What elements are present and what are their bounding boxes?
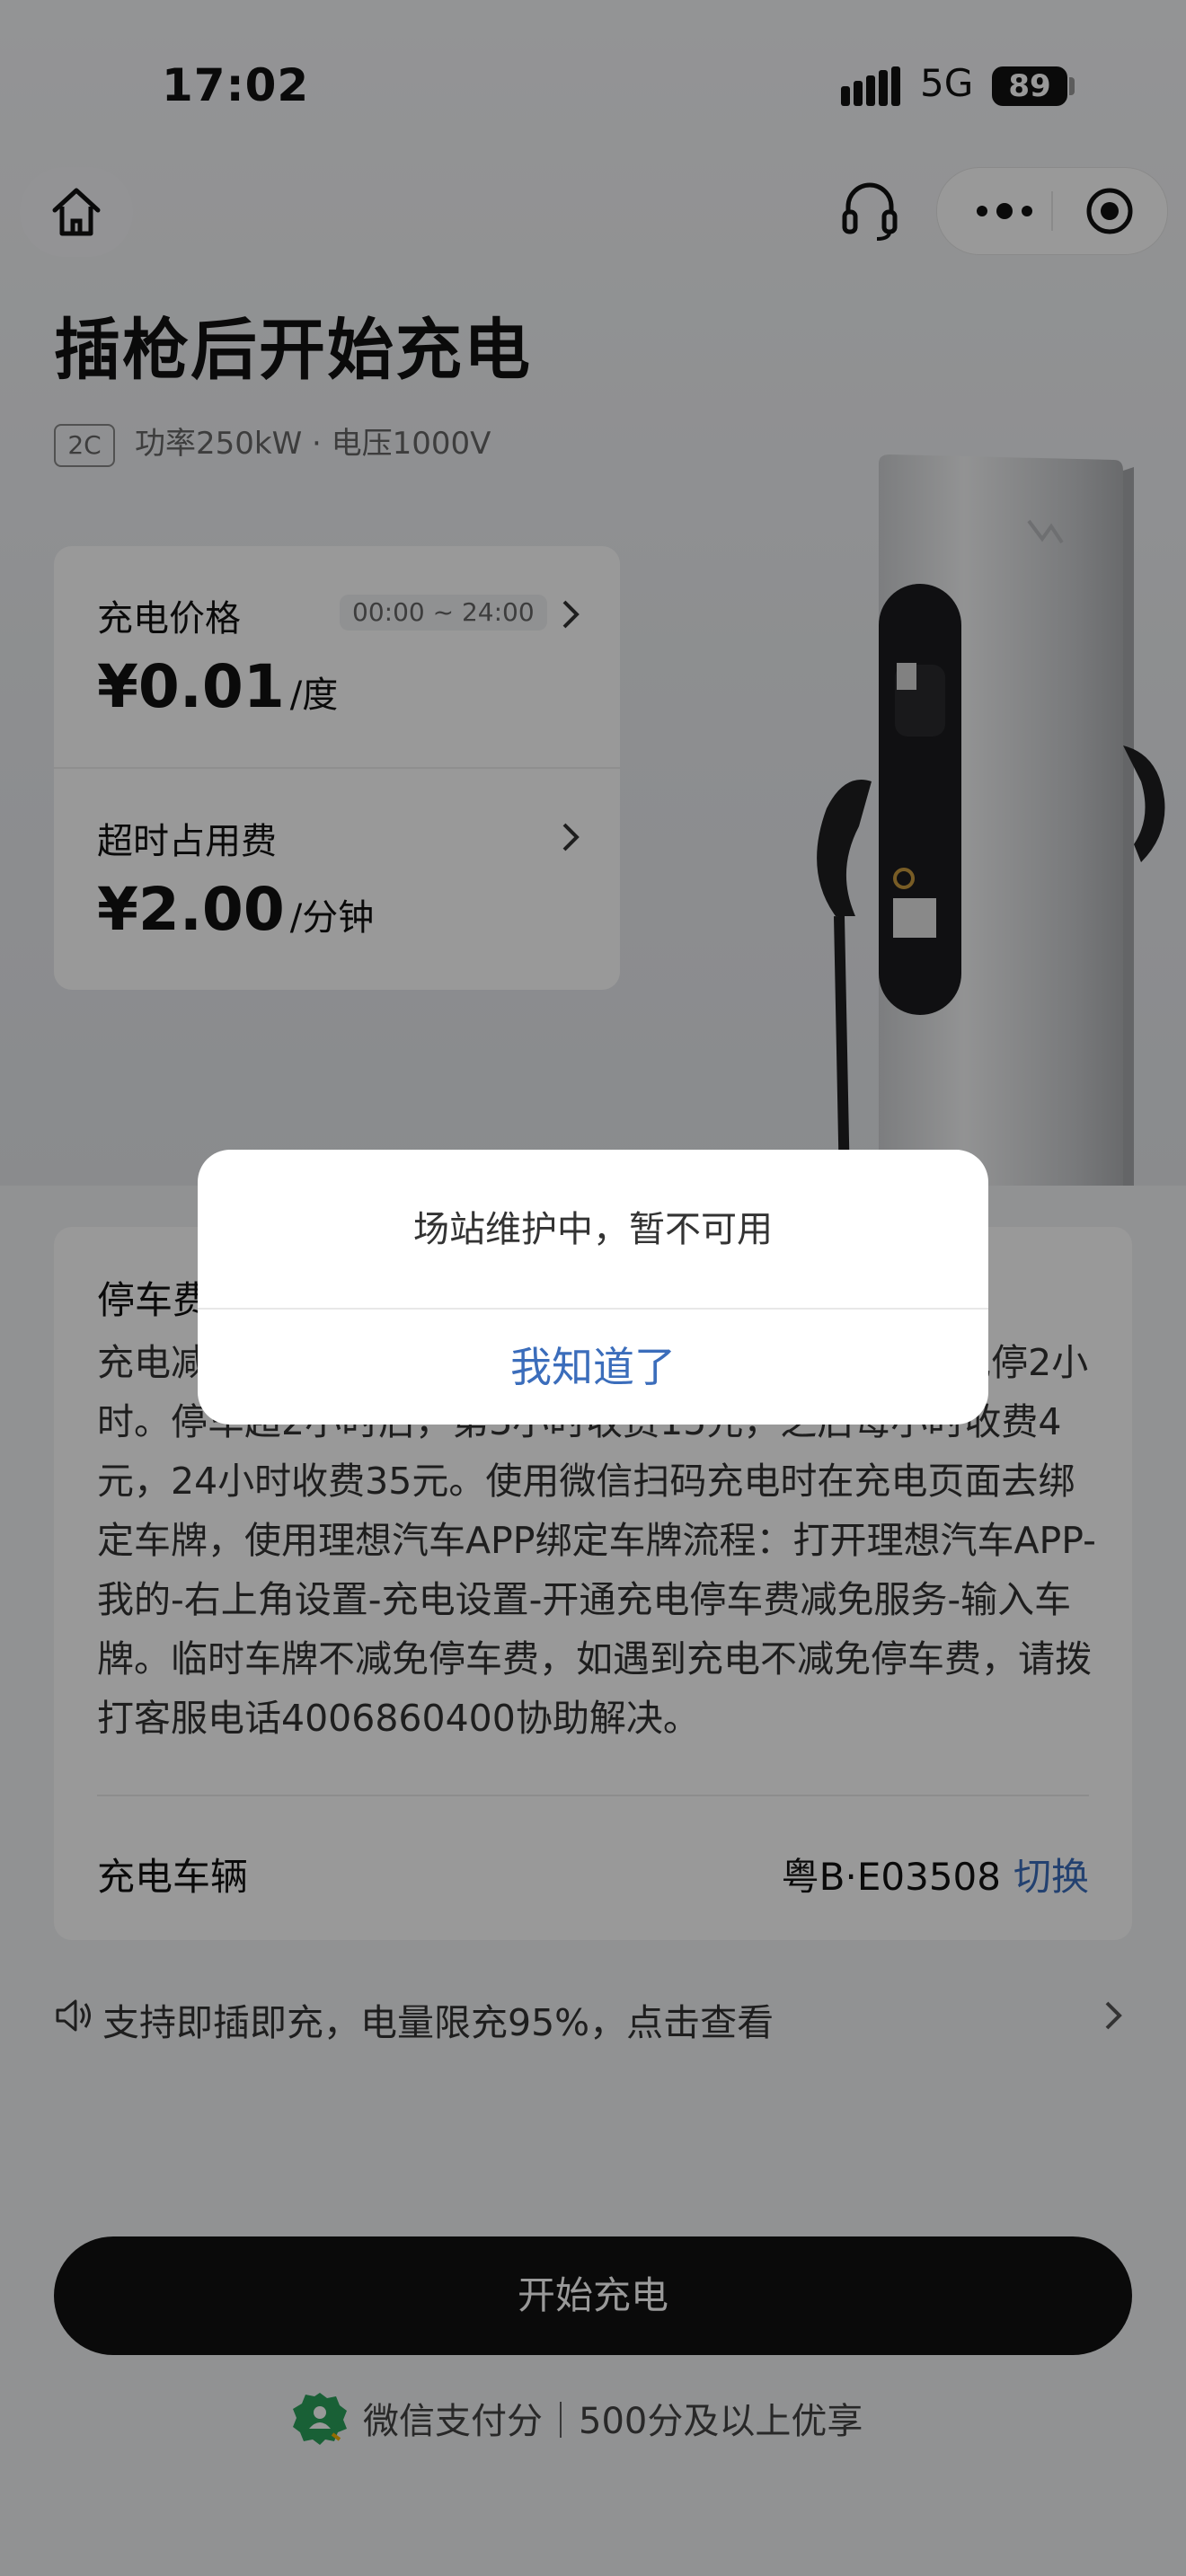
maintenance-dialog: 场站维护中，暂不可用 我知道了 bbox=[198, 1150, 988, 1425]
dialog-message: 场站维护中，暂不可用 bbox=[413, 1209, 773, 1250]
dialog-confirm-button[interactable]: 我知道了 bbox=[198, 1310, 988, 1425]
